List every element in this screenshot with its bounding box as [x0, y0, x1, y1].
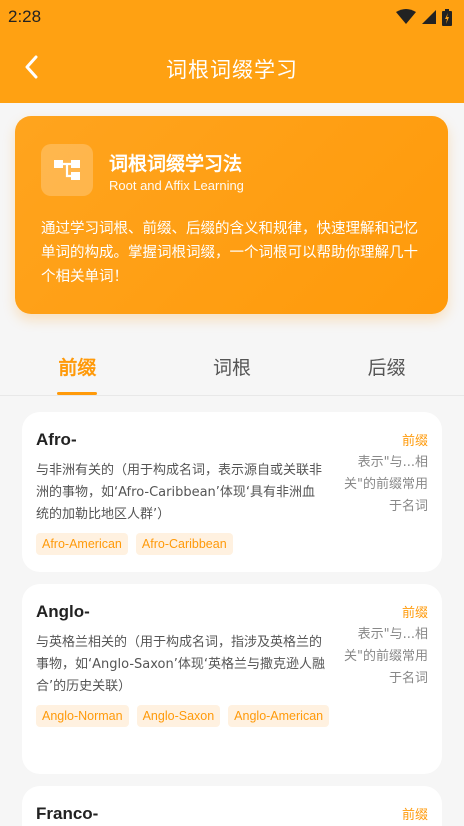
affix-card[interactable]: Anglo- 前缀 与英格兰相关的（用于构成名词，指涉及英格兰的事物，如‘Ang…: [22, 584, 442, 774]
example-tag[interactable]: Afro-Caribbean: [135, 533, 233, 555]
battery-icon: [442, 8, 452, 26]
affix-card[interactable]: Franco- 前缀: [22, 786, 442, 826]
page-title: 词根词缀学习: [166, 57, 298, 82]
wifi-icon: [396, 9, 416, 24]
hero-title: 词根词缀学习法: [109, 153, 243, 175]
affix-type: 前缀: [401, 434, 428, 449]
example-tag[interactable]: Afro-American: [36, 533, 128, 555]
affix-note: 表示"与...相关"的前缀常用于名词: [344, 627, 428, 686]
affix-card[interactable]: Afro- 前缀 与非洲有关的（用于构成名词，表示源自或关联非洲的事物，如‘Af…: [22, 412, 442, 572]
status-bar: 2:28: [0, 0, 464, 34]
tab-root[interactable]: 词根: [155, 338, 310, 395]
example-tags: Anglo-Norman Anglo-Saxon Anglo-American: [36, 705, 336, 727]
affix-type: 前缀: [401, 606, 428, 621]
signal-icon: [422, 10, 436, 24]
example-tag[interactable]: Anglo-American: [228, 705, 330, 727]
intro-card: 词根词缀学习法 Root and Affix Learning 通过学习词根、前…: [15, 116, 448, 314]
tab-suffix[interactable]: 后缀: [309, 338, 464, 395]
example-tag[interactable]: Anglo-Norman: [36, 705, 129, 727]
affix-meaning: 与非洲有关的（用于构成名词，表示源自或关联非洲的事物，如‘Afro-Caribb…: [36, 463, 323, 522]
hero-description: 通过学习词根、前缀、后缀的含义和规律，快速理解和记忆单词的构成。掌握词根词缀，一…: [41, 221, 418, 285]
affix-meaning: 与英格兰相关的（用于构成名词，指涉及英格兰的事物，如‘Anglo-Saxon’体…: [36, 635, 325, 694]
status-icons: [396, 8, 452, 26]
affix-word: Anglo-: [36, 602, 90, 621]
nav-bar: 词根词缀学习: [0, 34, 464, 103]
tab-prefix[interactable]: 前缀: [0, 338, 155, 395]
status-time: 2:28: [8, 7, 42, 26]
affix-type: 前缀: [401, 808, 428, 823]
category-tabs: 前缀 词根 后缀: [0, 338, 464, 396]
chevron-left-icon: [25, 55, 38, 79]
hero-icon-box: [41, 144, 93, 196]
affix-word: Franco-: [36, 804, 99, 823]
example-tags: Afro-American Afro-Caribbean: [36, 533, 336, 555]
example-tag[interactable]: Anglo-Saxon: [136, 705, 221, 727]
back-button[interactable]: [14, 50, 48, 84]
affix-word: Afro-: [36, 430, 77, 449]
tree-structure-icon: [54, 160, 80, 180]
hero-subtitle: Root and Affix Learning: [109, 178, 244, 193]
affix-note: 表示"与...相关"的前缀常用于名词: [344, 455, 428, 514]
app-header: 2:28 词根词缀学习: [0, 0, 464, 103]
